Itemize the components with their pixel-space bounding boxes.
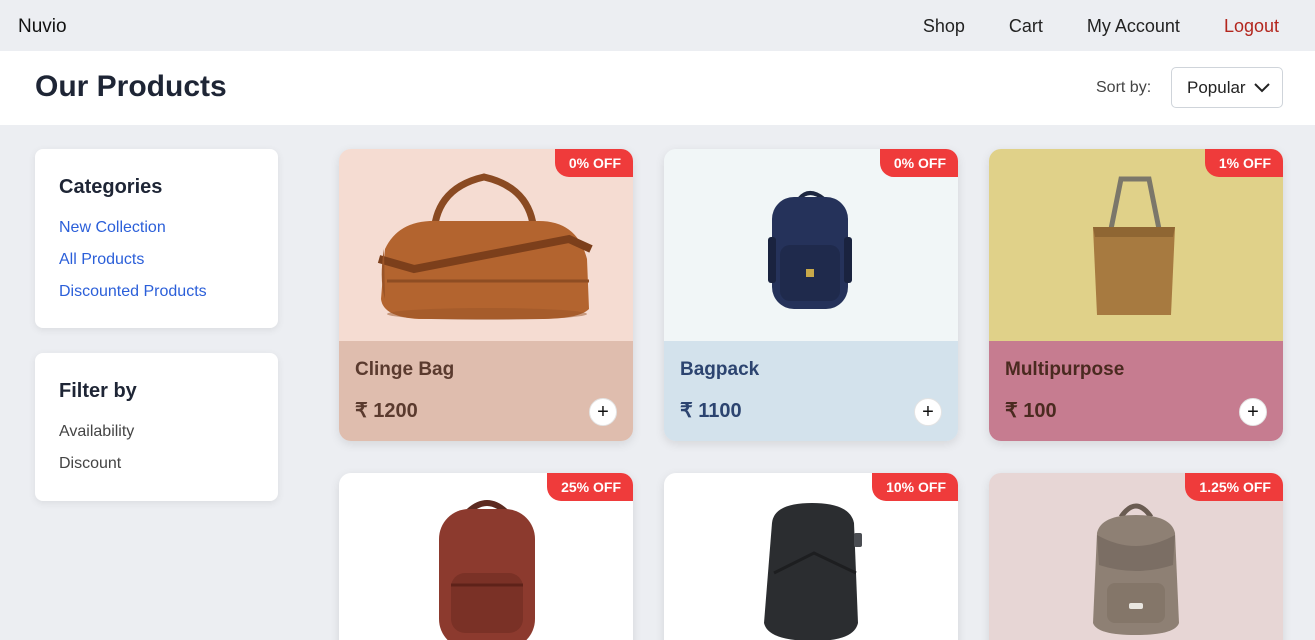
- product-image-area: 25% OFF: [339, 473, 633, 640]
- filter-panel: Filter by Availability Discount: [35, 353, 278, 501]
- product-card[interactable]: 0% OFF Bagpack ₹ 1100 +: [664, 149, 958, 441]
- categories-panel: Categories New Collection All Products D…: [35, 149, 278, 328]
- filter-availability[interactable]: Availability: [59, 423, 134, 441]
- discount-badge: 0% OFF: [879, 149, 958, 177]
- sort-value: Popular: [1187, 77, 1246, 97]
- sort-dropdown[interactable]: Popular: [1171, 67, 1283, 108]
- product-name: Clinge Bag: [355, 359, 455, 380]
- brand-logo[interactable]: Nuvio: [18, 16, 67, 38]
- discount-badge: 1% OFF: [1204, 149, 1283, 177]
- product-info: Clinge Bag ₹ 1200 +: [339, 341, 633, 441]
- nav-my-account[interactable]: My Account: [1087, 16, 1180, 37]
- add-to-cart-button[interactable]: +: [589, 398, 617, 426]
- product-price: ₹ 1200: [355, 400, 418, 422]
- nav-cart[interactable]: Cart: [1009, 16, 1043, 37]
- product-card[interactable]: 0% OFF Clinge Bag ₹ 1200 +: [339, 149, 633, 441]
- product-image-area: 1% OFF: [989, 149, 1283, 341]
- add-to-cart-button[interactable]: +: [1239, 398, 1267, 426]
- category-all-products[interactable]: All Products: [59, 251, 144, 269]
- product-name: Bagpack: [680, 359, 760, 380]
- filter-title: Filter by: [59, 380, 137, 402]
- chevron-down-icon: [1254, 83, 1270, 93]
- sort-label: Sort by:: [1096, 79, 1152, 96]
- duffel-bag-icon: [377, 173, 593, 320]
- discount-badge: 10% OFF: [872, 473, 958, 501]
- product-card[interactable]: 1.25% OFF: [989, 473, 1283, 640]
- filter-discount[interactable]: Discount: [59, 455, 121, 473]
- product-price: ₹ 100: [1005, 400, 1057, 422]
- category-discounted-products[interactable]: Discounted Products: [59, 283, 207, 301]
- product-card[interactable]: 10% OFF: [664, 473, 958, 640]
- nav-logout[interactable]: Logout: [1224, 16, 1279, 37]
- backpack-icon: [768, 191, 852, 309]
- product-image-area: 1.25% OFF: [989, 473, 1283, 640]
- nav-shop[interactable]: Shop: [923, 16, 965, 37]
- product-card[interactable]: 1% OFF Multipurpose ₹ 100 +: [989, 149, 1283, 441]
- page-title: Our Products: [35, 70, 227, 103]
- top-navbar: Nuvio Shop Cart My Account Logout: [0, 0, 1315, 52]
- product-price: ₹ 1100: [680, 400, 742, 422]
- product-image-area: 0% OFF: [339, 149, 633, 341]
- product-image-area: 0% OFF: [664, 149, 958, 341]
- discount-badge: 25% OFF: [547, 473, 633, 501]
- product-info: Multipurpose ₹ 100 +: [989, 341, 1283, 441]
- discount-badge: 1.25% OFF: [1185, 473, 1283, 501]
- discount-badge: 0% OFF: [554, 149, 633, 177]
- add-to-cart-button[interactable]: +: [914, 398, 942, 426]
- categories-title: Categories: [59, 176, 163, 198]
- category-new-collection[interactable]: New Collection: [59, 219, 166, 237]
- product-name: Multipurpose: [1005, 359, 1125, 380]
- tote-bag-icon: [1093, 176, 1175, 315]
- product-image-area: 10% OFF: [664, 473, 958, 640]
- main-nav: Shop Cart My Account Logout: [879, 16, 1279, 37]
- product-card[interactable]: 25% OFF: [339, 473, 633, 640]
- product-info: Bagpack ₹ 1100 +: [664, 341, 958, 441]
